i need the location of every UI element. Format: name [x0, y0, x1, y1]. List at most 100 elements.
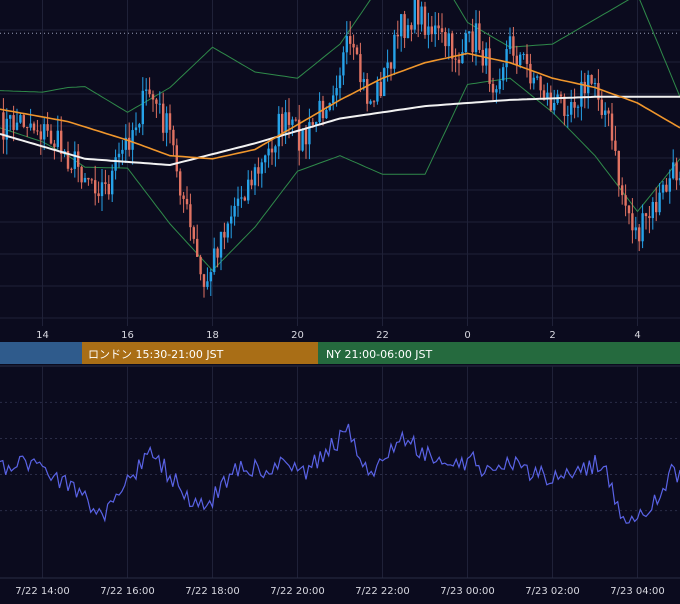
candle-body: [505, 49, 508, 68]
candle-body: [573, 102, 576, 108]
candle-body: [349, 36, 352, 44]
candle-body: [491, 83, 495, 93]
candle-body: [549, 92, 552, 111]
candle-body: [19, 115, 22, 123]
candle-body: [131, 130, 134, 150]
session-london-label: ロンドン 15:30-21:00 JST: [88, 348, 224, 361]
candle-body: [668, 178, 671, 192]
candle-body: [376, 81, 379, 102]
candle-body: [389, 62, 393, 69]
candle-body: [515, 55, 518, 66]
candle-body: [559, 94, 563, 97]
candle-body: [644, 213, 648, 217]
candle-body: [294, 119, 297, 121]
candle-body: [107, 183, 110, 195]
candle-body: [651, 201, 654, 219]
candle-body: [593, 83, 597, 85]
price-axis-tick-label: 4: [634, 330, 640, 341]
price-axis-tick-label: 20: [291, 330, 304, 341]
chart-canvas[interactable]: 14 16 18 20 22 0 2 4 ロンドン 15:30-21:00 JST NY 21…: [0, 0, 680, 600]
candle-body: [672, 162, 675, 179]
candle-body: [474, 23, 478, 53]
candle-body: [655, 201, 658, 213]
candle-body: [631, 213, 634, 231]
candle-body: [621, 185, 624, 196]
candle-body: [563, 96, 566, 116]
osc-axis-tick-label: 7/23 02:00: [525, 586, 579, 597]
candle-body: [206, 281, 209, 287]
candle-body: [304, 129, 308, 145]
osc-axis-tick-label: 7/23 00:00: [440, 586, 494, 597]
candle-body: [457, 59, 461, 64]
candle-body: [264, 155, 267, 163]
candle-body: [325, 109, 328, 119]
candle-body: [277, 113, 280, 147]
candle-body: [97, 193, 100, 197]
candle-body: [9, 115, 12, 119]
candle-body: [60, 130, 63, 154]
candle-body: [141, 90, 144, 125]
candle-body: [614, 140, 617, 151]
trading-chart: 14 16 18 20 22 0 2 4 ロンドン 15:30-21:00 JST NY 21…: [0, 0, 680, 600]
candle-body: [342, 52, 345, 76]
candle-body: [182, 195, 185, 199]
candle-body: [219, 231, 223, 258]
candle-body: [49, 130, 53, 144]
candle-body: [590, 74, 593, 84]
candle-body: [522, 54, 525, 56]
osc-axis-tick-label: 7/22 22:00: [355, 586, 409, 597]
candle-body: [36, 130, 39, 132]
candle-body: [359, 54, 362, 83]
candle-body: [607, 110, 610, 114]
candle-body: [587, 74, 590, 94]
candle-body: [393, 34, 396, 69]
candle-body: [661, 184, 665, 193]
candle-body: [253, 167, 257, 186]
candle-body: [240, 197, 243, 199]
candle-body: [87, 177, 90, 180]
candle-body: [617, 150, 620, 186]
candle-body: [243, 197, 246, 201]
candle-body: [440, 28, 444, 32]
candle-body: [230, 216, 233, 224]
candle-body: [311, 122, 314, 125]
candle-body: [434, 25, 437, 35]
candle-body: [291, 119, 294, 125]
candle-body: [379, 81, 382, 97]
candle-body: [634, 227, 637, 231]
candle-body: [162, 103, 165, 133]
candle-body: [369, 101, 372, 104]
candle-body: [366, 79, 369, 104]
price-axis-tick-label: 18: [206, 330, 219, 341]
candle-body: [430, 26, 433, 35]
candle-body: [168, 113, 172, 130]
candle-body: [247, 179, 250, 201]
candle-body: [600, 99, 603, 115]
candle-body: [22, 115, 25, 127]
osc-axis-tick-label: 7/23 04:00: [610, 586, 664, 597]
candle-body: [189, 204, 192, 228]
candle-body: [179, 171, 182, 196]
candle-body: [158, 103, 161, 105]
candle-body: [417, 0, 420, 25]
candle-body: [134, 127, 138, 131]
candle-body: [32, 123, 36, 131]
candle-body: [121, 149, 124, 154]
candle-body: [250, 179, 253, 186]
candle-body: [400, 14, 403, 37]
candle-body: [502, 67, 505, 81]
candle-body: [624, 195, 627, 206]
candle-body: [627, 205, 631, 214]
candle-body: [553, 102, 556, 111]
candle-body: [413, 0, 416, 30]
candle-body: [117, 153, 121, 158]
candle-body: [508, 36, 512, 50]
candle-body: [352, 43, 355, 48]
candle-body: [216, 248, 219, 258]
candle-body: [495, 89, 498, 93]
candle-body: [583, 81, 586, 94]
candle-body: [338, 75, 342, 89]
candle-body: [532, 77, 535, 84]
candle-body: [396, 34, 399, 37]
candle-body: [423, 6, 427, 35]
